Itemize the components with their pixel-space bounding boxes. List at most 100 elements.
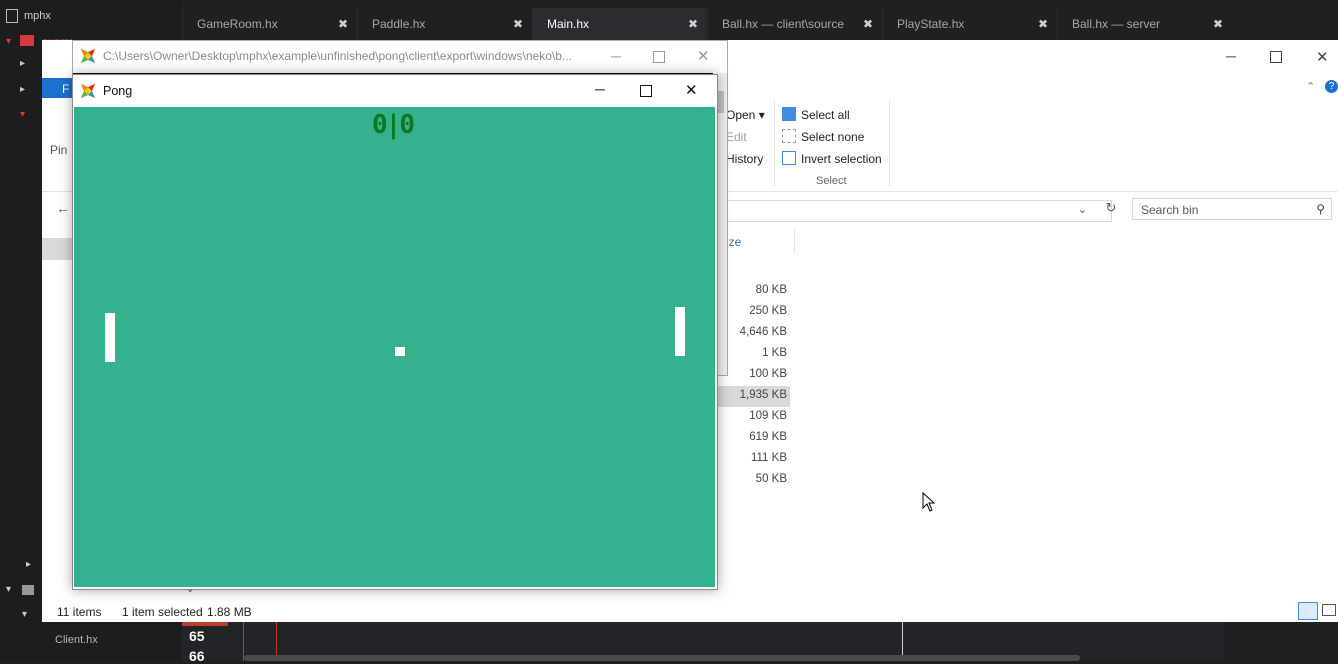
maximize-icon[interactable]: [640, 85, 652, 97]
address-bar[interactable]: ⌄: [726, 200, 1112, 222]
project-name[interactable]: mphx: [24, 10, 51, 22]
folder-icon: [20, 35, 34, 46]
file-size: 619 KB: [749, 431, 787, 443]
select-none-button[interactable]: Select none: [782, 129, 864, 144]
chevron-down-icon[interactable]: ⌄: [1078, 203, 1087, 216]
sidebar-file-client[interactable]: Client.hx: [55, 634, 98, 646]
game-canvas[interactable]: 0|0: [74, 107, 715, 587]
edit-button[interactable]: Edit: [726, 130, 747, 144]
haxe-logo-icon: [81, 49, 95, 63]
ribbon-divider: [774, 100, 775, 186]
close-icon[interactable]: ✖: [1213, 8, 1223, 40]
tab-label: Main.hx: [547, 17, 590, 31]
minimize-icon[interactable]: ─: [1226, 48, 1236, 64]
open-label: Open: [726, 108, 756, 122]
haxe-logo-icon: [81, 84, 95, 98]
maximize-icon[interactable]: [653, 51, 665, 63]
tab-paddle[interactable]: Paddle.hx ✖: [357, 8, 531, 40]
tab-label: Ball.hx — server: [1072, 17, 1161, 31]
chevron-right-icon[interactable]: ▸: [20, 84, 25, 95]
details-view-icon[interactable]: [1298, 602, 1318, 620]
close-icon[interactable]: ✖: [338, 8, 348, 40]
select-group-label: Select: [816, 175, 847, 187]
search-icon: ⚲: [1316, 202, 1325, 216]
file-size: 111 KB: [750, 452, 787, 464]
back-arrow-icon[interactable]: ←: [56, 200, 70, 216]
chevron-right-icon[interactable]: ▸: [20, 58, 25, 69]
chevron-down-icon[interactable]: ▾: [22, 609, 27, 620]
invert-selection-label: Invert selection: [801, 152, 882, 166]
editor-tab-bar: GameRoom.hx ✖ Paddle.hx ✖ Main.hx ✖ Ball.hx…: [182, 8, 1338, 40]
chevron-down-icon[interactable]: ▾: [6, 36, 11, 47]
file-size: 250 KB: [749, 305, 787, 317]
file-size: 4,646 KB: [739, 326, 787, 338]
file-size: 80 KB: [755, 284, 787, 296]
horizontal-scrollbar[interactable]: [244, 655, 1080, 661]
console-title: C:\Users\Owner\Desktop\mphx\example\unfi…: [103, 49, 572, 63]
item-count: 11 items: [57, 605, 102, 619]
invert-selection-icon: [782, 151, 796, 165]
select-none-icon: [782, 129, 796, 143]
file-size: 100 KB: [749, 368, 787, 380]
mouse-cursor-icon: [922, 492, 936, 512]
scoreboard: 0|0: [372, 110, 415, 140]
invert-selection-button[interactable]: Invert selection: [782, 151, 882, 166]
pong-window-title: Pong: [103, 84, 133, 98]
maximize-icon[interactable]: [1270, 51, 1282, 63]
tab-label: PlayState.hx: [897, 17, 965, 31]
history-button[interactable]: History: [726, 152, 763, 166]
folder-icon: [22, 585, 34, 595]
file-size: 1,935 KB: [739, 389, 787, 401]
select-all-label: Select all: [801, 108, 850, 122]
column-divider: [794, 228, 795, 254]
project-icon: [6, 9, 18, 23]
editor-gutter: [182, 622, 1223, 661]
tab-main[interactable]: Main.hx ✖: [532, 8, 706, 40]
selection-size: 1.88 MB: [207, 605, 252, 619]
score-right: 0: [399, 110, 415, 140]
chevron-down-icon[interactable]: ▾: [20, 109, 25, 120]
help-icon[interactable]: ?: [1325, 80, 1338, 93]
search-input[interactable]: Search bin ⚲: [1132, 198, 1332, 220]
tab-label: Ball.hx — client\source: [722, 17, 845, 31]
column-header-size[interactable]: ize: [726, 235, 741, 249]
close-icon[interactable]: ✕: [1316, 48, 1329, 66]
select-all-icon: [782, 107, 796, 121]
collapse-ribbon-icon[interactable]: ⌃: [1306, 80, 1315, 93]
tab-playstate[interactable]: PlayState.hx ✖: [882, 8, 1056, 40]
left-paddle: [105, 313, 115, 362]
tab-label: GameRoom.hx: [197, 17, 278, 31]
close-icon[interactable]: ✕: [685, 81, 698, 99]
tab-ball-server[interactable]: Ball.hx — server ✖: [1057, 8, 1231, 40]
minimize-icon[interactable]: ─: [611, 48, 621, 64]
close-icon[interactable]: ✖: [688, 8, 698, 40]
file-tab-label: F: [62, 82, 70, 96]
chevron-right-icon[interactable]: ▸: [26, 559, 31, 570]
nav-selected-item[interactable]: [42, 238, 72, 260]
score-left: 0: [372, 110, 388, 140]
line-number: 66: [189, 648, 205, 664]
select-all-button[interactable]: Select all: [782, 107, 850, 122]
tab-gameroom[interactable]: GameRoom.hx ✖: [182, 8, 356, 40]
close-icon[interactable]: ✖: [513, 8, 523, 40]
close-icon[interactable]: ✖: [863, 8, 873, 40]
right-paddle: [675, 307, 685, 356]
minimize-icon[interactable]: ─: [595, 81, 605, 97]
close-icon[interactable]: ✖: [1038, 8, 1048, 40]
score-separator: |: [385, 110, 402, 140]
close-icon[interactable]: ✕: [697, 47, 710, 65]
line-number: 65: [189, 628, 205, 644]
open-button[interactable]: Open ▾: [726, 108, 765, 122]
pong-window: Pong ─ ✕ 0|0: [72, 74, 718, 590]
large-icons-view-icon[interactable]: [1322, 604, 1336, 616]
file-size: 50 KB: [755, 473, 787, 485]
pin-label[interactable]: Pin: [50, 143, 67, 157]
minimap-area: [1223, 622, 1338, 661]
tab-ball-client[interactable]: Ball.hx — client\source ✖: [707, 8, 881, 40]
chevron-down-icon[interactable]: ▾: [6, 584, 11, 595]
search-placeholder: Search bin: [1141, 203, 1199, 217]
refresh-icon[interactable]: ↻: [1102, 200, 1120, 220]
file-tab[interactable]: F: [42, 78, 72, 98]
current-line-marker: [182, 622, 228, 626]
tab-label: Paddle.hx: [372, 17, 426, 31]
